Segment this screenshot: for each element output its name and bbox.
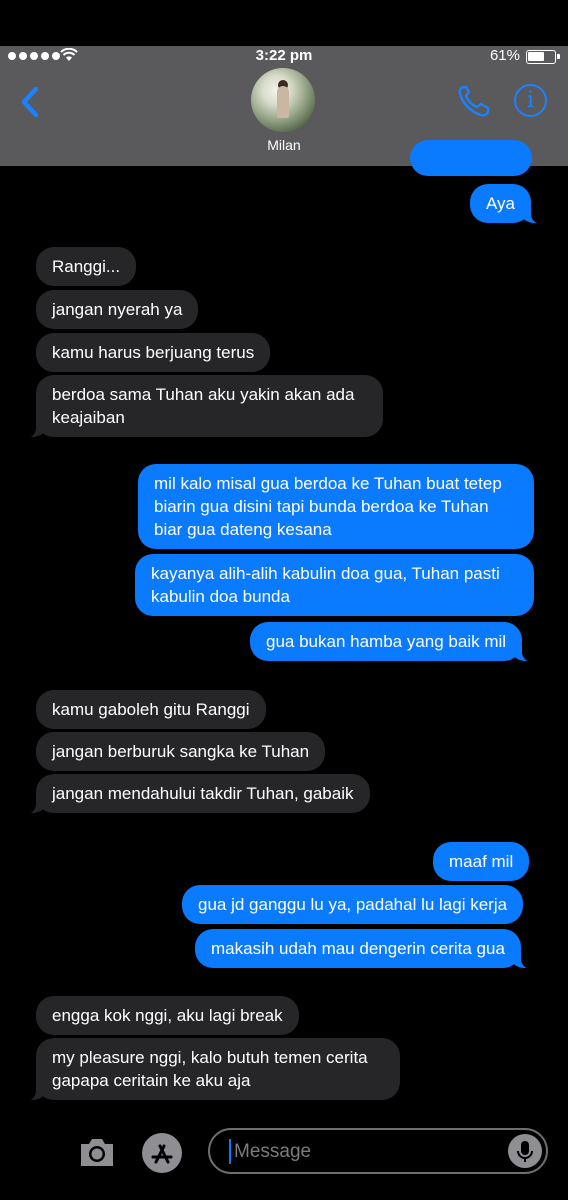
message-bubble-outgoing[interactable]: Aya — [470, 184, 543, 224]
message-bubble-outgoing[interactable]: gua jd ganggu lu ya, padahal lu lagi ker… — [182, 885, 524, 924]
message-bubble-incoming[interactable]: kamu gaboleh gitu Ranggi — [36, 690, 266, 729]
message-bubble-outgoing[interactable]: maaf mil — [433, 842, 530, 881]
message-bubble-outgoing[interactable]: mil kalo misal gua berdoa ke Tuhan buat … — [138, 464, 534, 549]
status-bar: 3:22 pm 61% — [0, 44, 568, 68]
message-bubble-incoming[interactable]: berdoa sama Tuhan aku yakin akan ada kea… — [24, 375, 383, 438]
camera-icon[interactable] — [78, 1136, 116, 1168]
message-bubble-incoming[interactable]: jangan nyerah ya — [36, 290, 199, 329]
phone-icon[interactable] — [456, 84, 492, 118]
contact-avatar[interactable] — [251, 68, 315, 132]
battery-percent: 61% — [489, 47, 520, 64]
chevron-left-icon[interactable] — [16, 82, 46, 122]
battery-icon — [526, 50, 560, 64]
message-bubble-outgoing[interactable]: kayanya alih-alih kabulin doa gua, Tuhan… — [135, 554, 534, 616]
app-store-icon[interactable] — [142, 1133, 182, 1173]
status-time: 3:22 pm — [255, 47, 313, 64]
message-bubble-outgoing[interactable]: makasih udah mau dengerin cerita gua — [195, 929, 533, 969]
message-bubble-incoming[interactable]: Ranggi... — [36, 247, 137, 286]
message-bubble-outgoing[interactable]: gua bukan hamba yang baik mil — [250, 622, 535, 662]
message-bubble-incoming[interactable]: jangan berburuk sangka ke Tuhan — [36, 732, 326, 771]
message-bubble-incoming[interactable]: kamu harus berjuang terus — [36, 333, 271, 372]
message-bubble-incoming[interactable]: my pleasure nggi, kalo butuh temen cerit… — [24, 1038, 400, 1101]
info-icon[interactable]: i — [514, 84, 547, 117]
text-caret — [229, 1139, 231, 1164]
message-bubble-incoming[interactable]: jangan mendahului takdir Tuhan, gabaik — [24, 774, 370, 814]
message-input[interactable]: Message — [208, 1128, 548, 1174]
microphone-icon[interactable] — [508, 1134, 542, 1168]
message-bubble-partial — [410, 140, 532, 176]
message-bubble-incoming[interactable]: engga kok nggi, aku lagi break — [36, 996, 299, 1035]
message-placeholder: Message — [234, 1141, 312, 1162]
